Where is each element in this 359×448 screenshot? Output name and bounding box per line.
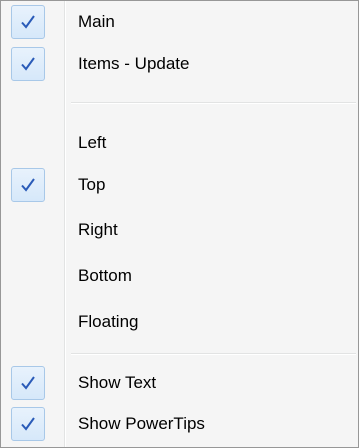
context-menu: Main Items - Update Left Top Right Botto… <box>0 0 359 448</box>
menu-item-floating[interactable]: Floating <box>1 301 358 343</box>
menu-item-label: Show PowerTips <box>78 414 205 433</box>
menu-item-label: Bottom <box>78 266 132 285</box>
checkmark-icon <box>11 407 45 441</box>
menu-separator <box>71 102 356 104</box>
menu-item-right[interactable]: Right <box>1 209 358 251</box>
checkmark-icon <box>11 5 45 39</box>
menu-item-items-update[interactable]: Items - Update <box>1 43 358 85</box>
menu-item-main[interactable]: Main <box>1 1 358 43</box>
menu-item-label: Main <box>78 12 115 31</box>
menu-item-label: Items - Update <box>78 54 190 73</box>
menu-item-label: Floating <box>78 312 139 331</box>
checkmark-icon <box>11 47 45 81</box>
menu-item-label: Show Text <box>78 373 157 392</box>
menu-item-label: Top <box>78 175 106 194</box>
menu-separator <box>71 353 356 355</box>
checkmark-icon <box>11 168 45 202</box>
checkmark-icon <box>11 366 45 400</box>
menu-item-left[interactable]: Left <box>1 122 358 164</box>
menu-item-top[interactable]: Top <box>1 164 358 206</box>
menu-item-show-powertips[interactable]: Show PowerTips <box>1 403 358 445</box>
menu-item-bottom[interactable]: Bottom <box>1 255 358 297</box>
menu-item-label: Left <box>78 133 107 152</box>
menu-item-label: Right <box>78 220 118 239</box>
menu-item-show-text[interactable]: Show Text <box>1 362 358 404</box>
